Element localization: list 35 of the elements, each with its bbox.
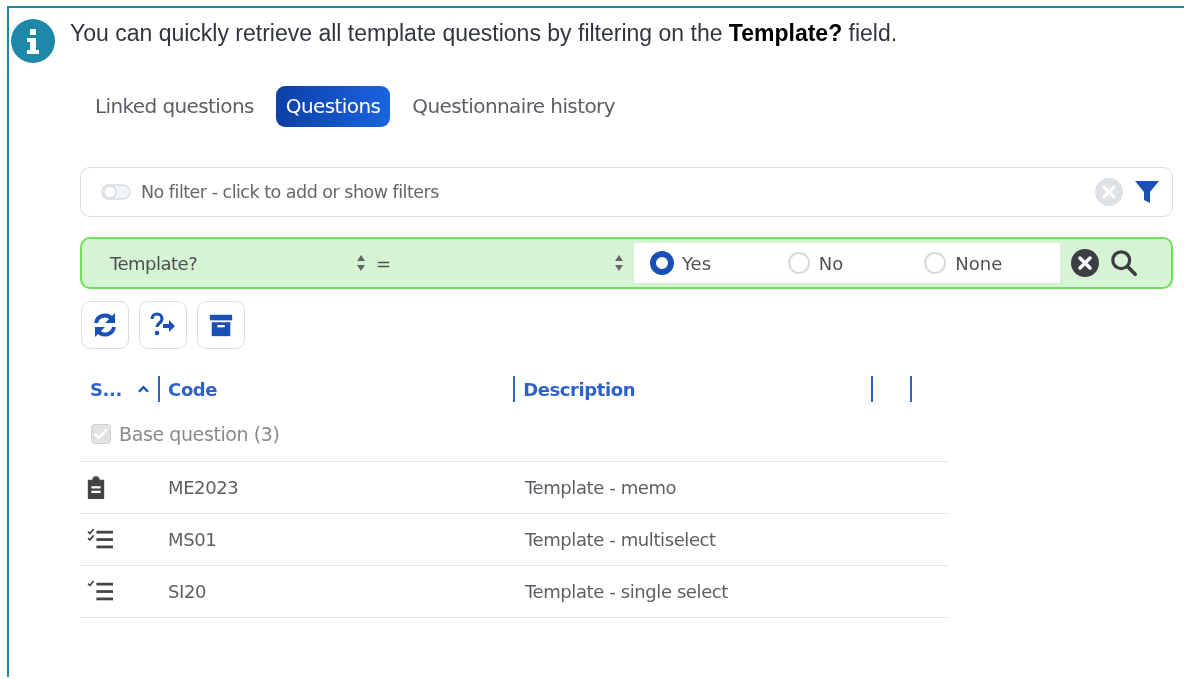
- tab[interactable]: Linked questions: [85, 86, 264, 127]
- radio-option[interactable]: Yes: [650, 251, 787, 275]
- remove-icon[interactable]: [1070, 248, 1100, 278]
- column-header[interactable]: Description: [523, 378, 636, 400]
- sort-arrows-icon: [614, 254, 624, 272]
- table-cell-text: Template - memo: [525, 477, 678, 498]
- operator-select[interactable]: =: [376, 252, 604, 274]
- radio-option[interactable]: No: [786, 251, 924, 275]
- column-header[interactable]: Code: [168, 378, 218, 400]
- field-select[interactable]: Template?: [110, 252, 346, 274]
- column-header[interactable]: S...: [90, 378, 122, 400]
- table-cell-text: Template - multiselect: [525, 529, 717, 550]
- filter-bar-text: No filter - click to add or show filters: [141, 182, 439, 202]
- tab[interactable]: Questionnaire history: [402, 86, 625, 127]
- info-icon: [10, 18, 56, 64]
- table-cell-text: SI20: [167, 581, 208, 602]
- table-cell-text: Template - single select: [525, 581, 729, 602]
- info-text: You can quickly retrieve all template questions by filtering on the Template? field.: [70, 19, 898, 47]
- filter-icon[interactable]: [1134, 179, 1160, 205]
- toggle-icon: [101, 184, 131, 200]
- checkbox[interactable]: [91, 424, 111, 444]
- radio-option[interactable]: None: [923, 251, 1060, 275]
- question-arrow-button[interactable]: [139, 301, 187, 349]
- group-label: Base question (3): [119, 423, 280, 445]
- archive-button[interactable]: [197, 301, 245, 349]
- refresh-icon: [91, 311, 119, 339]
- table-cell-text: ME2023: [167, 477, 240, 498]
- table-cell-text: MS01: [167, 529, 218, 550]
- filter-bar[interactable]: No filter - click to add or show filters: [80, 167, 1173, 217]
- clipboard-icon: [86, 474, 106, 501]
- search-icon[interactable]: [1110, 249, 1138, 277]
- sort-arrows-icon: [356, 254, 366, 272]
- refresh-button[interactable]: [81, 301, 129, 349]
- tab[interactable]: Questions: [275, 86, 391, 127]
- archive-icon: [208, 312, 234, 338]
